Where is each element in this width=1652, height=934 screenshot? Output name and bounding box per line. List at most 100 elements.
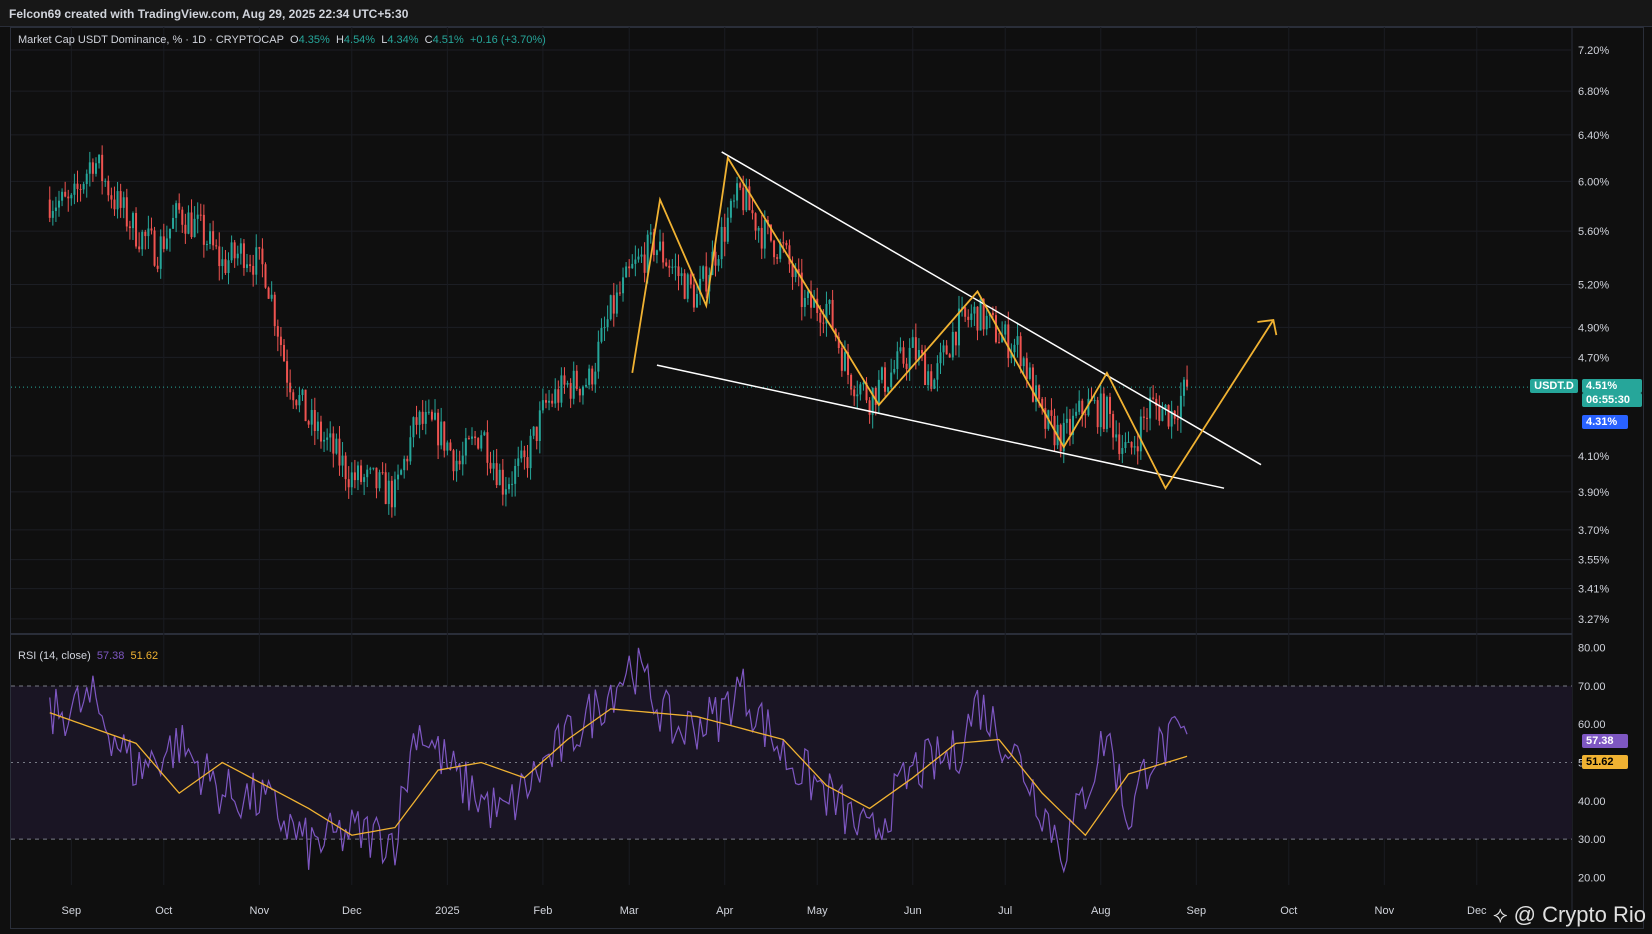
candle-body	[270, 294, 273, 299]
candle-body	[1158, 405, 1161, 421]
watermark-logo-icon: ⟡	[1492, 902, 1508, 927]
rsi-tick-label: 40.00	[1578, 796, 1606, 808]
candle-body	[307, 421, 310, 425]
candle-body	[434, 412, 437, 420]
candle-body	[224, 259, 227, 274]
candle-body	[828, 299, 831, 304]
candle-body	[282, 345, 285, 362]
candle-body	[686, 274, 689, 299]
candle-body	[168, 228, 171, 239]
candle-body	[418, 411, 421, 425]
candle-body	[397, 474, 400, 480]
time-tick-label: Apr	[716, 905, 733, 917]
high-value: 4.54%	[343, 34, 376, 46]
candle-body	[637, 256, 640, 260]
candle-body	[489, 462, 492, 469]
candle-body	[403, 458, 406, 471]
candle-body	[135, 213, 138, 247]
candle-body	[255, 247, 258, 275]
candle-body	[258, 247, 261, 249]
candle-body	[936, 363, 939, 380]
candle-body	[91, 162, 94, 174]
candle-body	[498, 469, 501, 486]
candle-body	[692, 284, 695, 308]
candle-body	[326, 437, 329, 440]
candle-body	[1065, 418, 1068, 423]
candle-body	[659, 241, 662, 251]
candle-body	[1081, 400, 1084, 415]
candle-body	[366, 469, 369, 478]
candle-body	[514, 465, 517, 484]
price-tick-label: 6.80%	[1578, 86, 1609, 98]
time-tick-label: Jun	[904, 905, 922, 917]
candle-body	[911, 337, 914, 348]
candle-body	[101, 154, 104, 182]
price-tick-label: 3.27%	[1578, 614, 1609, 626]
candle-body	[548, 400, 551, 403]
candle-body	[310, 409, 313, 425]
candle-body	[1136, 446, 1139, 452]
candle-body	[141, 231, 144, 250]
candle-body	[615, 292, 618, 314]
marker-price-tag: 4.31%	[1582, 415, 1628, 429]
candle-body	[88, 162, 91, 174]
candle-body	[557, 389, 560, 403]
candle-body	[914, 337, 917, 360]
candle-body	[159, 236, 162, 269]
candle-body	[504, 489, 507, 495]
candle-body	[1161, 408, 1164, 421]
candle-body	[760, 227, 763, 249]
candle-body	[381, 472, 384, 474]
candle-body	[840, 348, 843, 371]
candle-body	[360, 465, 363, 482]
candle-body	[822, 322, 825, 324]
candle-body	[1118, 434, 1121, 454]
candle-body	[1007, 324, 1010, 359]
candle-body	[736, 183, 739, 201]
candle-body	[390, 480, 393, 508]
candle-body	[61, 191, 64, 201]
candle-body	[70, 194, 73, 199]
change-value: +0.16 (+3.70%)	[469, 34, 546, 46]
upper-trendline	[721, 151, 1262, 466]
candle-body	[603, 327, 606, 329]
candle-body	[107, 180, 110, 196]
candle-body	[316, 421, 319, 432]
candle-body	[1004, 324, 1007, 335]
candle-body	[125, 197, 128, 227]
close-label: C	[424, 34, 433, 46]
candle-body	[538, 410, 541, 441]
candle-body	[193, 218, 196, 238]
candle-body	[532, 426, 535, 436]
candle-body	[702, 266, 705, 279]
candle-body	[622, 277, 625, 294]
candle-body	[273, 294, 276, 327]
candle-body	[625, 266, 628, 278]
candle-body	[905, 363, 908, 370]
candle-body	[196, 214, 199, 219]
candle-body	[948, 354, 951, 358]
candle-body	[964, 307, 967, 317]
candle-body	[680, 273, 683, 277]
candle-body	[569, 382, 572, 399]
open-value: 4.35%	[298, 34, 330, 46]
candle-body	[924, 353, 927, 386]
candle-body	[945, 345, 948, 355]
price-tick-label: 5.60%	[1578, 226, 1609, 238]
candle-body	[424, 412, 427, 424]
price-tick-label: 4.90%	[1578, 322, 1609, 334]
candle-body	[859, 384, 862, 395]
price-tick-label: 3.55%	[1578, 555, 1609, 567]
time-tick-label: Feb	[533, 905, 552, 917]
candle-body	[541, 400, 544, 411]
price-tick-label: 6.00%	[1578, 176, 1609, 188]
candle-body	[184, 224, 187, 234]
candle-body	[551, 400, 554, 404]
candle-body	[1099, 393, 1102, 428]
chart-canvas[interactable]: 7.20% 6.80% 6.40% 6.00% 5.60% 5.20% 4.90% 4.70%…	[0, 0, 1652, 934]
candle-body	[67, 196, 70, 199]
candle-body	[729, 200, 732, 218]
candle-body	[116, 191, 119, 210]
price-tick-label: 4.70%	[1578, 352, 1609, 364]
candle-body	[612, 295, 615, 314]
